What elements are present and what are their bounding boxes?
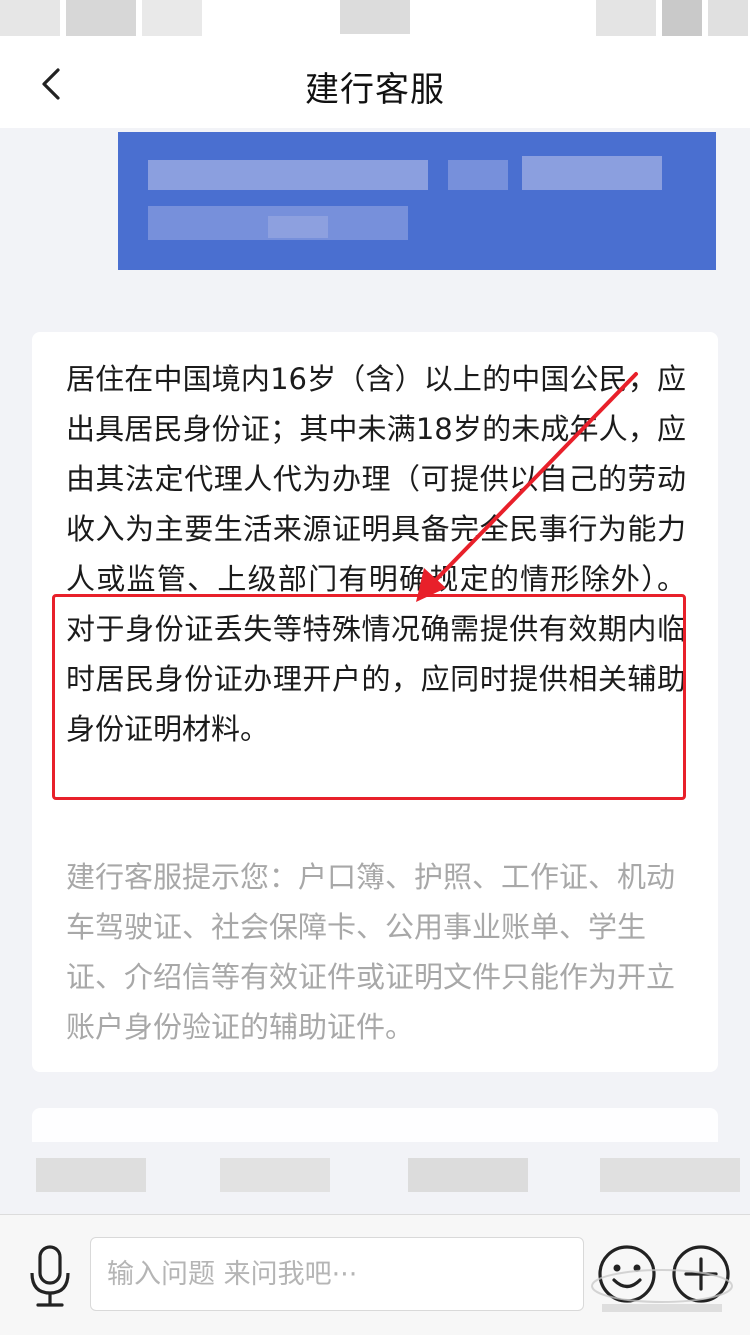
question-input[interactable] xyxy=(90,1237,584,1311)
quick-reply-strip[interactable] xyxy=(0,1150,750,1200)
input-bar xyxy=(0,1214,750,1335)
microphone-icon xyxy=(30,1245,70,1307)
next-card-preview xyxy=(32,1108,718,1142)
more-button[interactable] xyxy=(670,1243,732,1305)
plus-circle-icon xyxy=(672,1245,730,1303)
nav-header: 建行客服 xyxy=(0,40,750,128)
emoji-icon xyxy=(598,1245,656,1303)
emoji-button[interactable] xyxy=(596,1243,658,1305)
status-bar xyxy=(0,0,750,40)
user-message-bubble xyxy=(118,132,716,270)
answer-card: 居住在中国境内16岁（含）以上的中国公民，应出具居民身份证；其中未满18岁的未成… xyxy=(32,332,718,1072)
status-bar-blur-center xyxy=(340,0,410,34)
voice-button[interactable] xyxy=(24,1241,76,1313)
hint-text: 建行客服提示您：户口簿、护照、工作证、机动车驾驶证、社会保障卡、公用事业账单、学… xyxy=(66,860,676,1044)
status-bar-blur-left xyxy=(0,0,202,36)
page-title: 建行客服 xyxy=(305,70,445,110)
answer-text: 居住在中国境内16岁（含）以上的中国公民，应出具居民身份证；其中未满18岁的未成… xyxy=(66,362,686,746)
status-bar-blur-right xyxy=(596,0,748,36)
